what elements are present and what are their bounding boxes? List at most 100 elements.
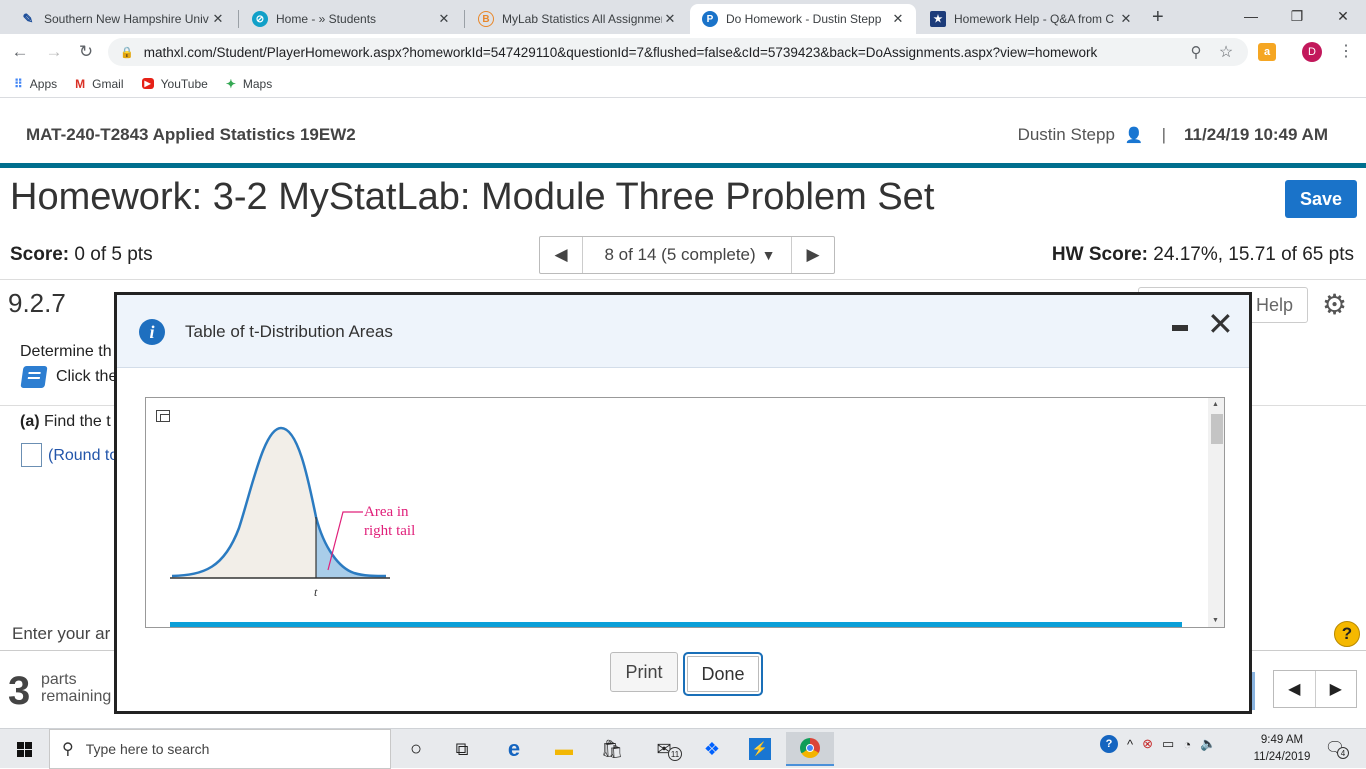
scrollbar-thumb[interactable]	[1211, 414, 1223, 444]
mylab-icon: B	[478, 11, 494, 27]
bookmark-star-icon[interactable]: ☆	[1214, 40, 1238, 64]
tab-do-homework[interactable]: P Do Homework - Dustin Stepp ✕	[690, 4, 916, 34]
bookmark-youtube[interactable]: ▶ YouTube	[141, 77, 208, 91]
cortana-icon[interactable]: ○	[396, 735, 436, 763]
wifi-icon[interactable]: ◔	[1183, 737, 1191, 752]
user-icon[interactable]: 👤	[1125, 126, 1144, 144]
profile-avatar[interactable]: D	[1302, 42, 1322, 62]
tab-mylab[interactable]: B MyLab Statistics All Assignmen ✕	[466, 4, 688, 34]
annotation-label-line2: right tail	[364, 523, 415, 539]
axis-t-label: t	[314, 585, 318, 599]
back-arrow-icon[interactable]: ←	[8, 40, 32, 64]
chevron-up-icon[interactable]: ^	[1127, 737, 1133, 752]
close-dialog-button[interactable]: ✕	[1207, 305, 1234, 343]
answer-instruction: Enter your ar	[12, 624, 111, 643]
minimize-window-button[interactable]: —	[1228, 0, 1274, 32]
tab-chegg[interactable]: ★ Homework Help - Q&A from C ✕	[918, 4, 1144, 34]
dropbox-icon[interactable]: ❖	[692, 735, 732, 763]
file-explorer-icon[interactable]: ▬	[544, 735, 584, 763]
bookmark-maps[interactable]: ✦ Maps	[226, 77, 272, 91]
address-bar[interactable]: 🔒 mathxl.com/Student/PlayerHomework.aspx…	[108, 38, 1248, 66]
minimize-dialog-button[interactable]	[1172, 325, 1188, 331]
next-part-button[interactable]: ▶	[1314, 671, 1357, 707]
app-shortcut-icon[interactable]: ⚡	[740, 735, 780, 763]
print-button[interactable]: Print	[610, 652, 678, 692]
close-tab-icon[interactable]: ✕	[436, 11, 452, 27]
help-tray-icon[interactable]: ?	[1100, 735, 1118, 753]
windows-taskbar: ⚲ Type here to search ○ ⧉ e ▬ 🛍 ✉ 11 ❖ ⚡…	[0, 728, 1366, 769]
restore-window-button[interactable]: ❐	[1274, 0, 1320, 32]
user-area: Dustin Stepp 👤 | 11/24/19 10:49 AM	[1018, 125, 1328, 145]
score-row: Score: 0 of 5 pts ◀ 8 of 14 (5 complete)…	[0, 232, 1366, 280]
next-question-button[interactable]: ▶	[792, 237, 834, 273]
rounding-note: (Round to	[48, 447, 119, 464]
previous-question-button[interactable]: ◀	[540, 237, 582, 273]
edge-icon[interactable]: e	[494, 735, 534, 763]
question-help-icon[interactable]: ?	[1334, 621, 1360, 647]
previous-part-button[interactable]: ◀	[1274, 671, 1315, 707]
dialog-content-frame[interactable]: Area in right tail t ▲ ▼	[145, 397, 1225, 628]
bookmark-apps[interactable]: ⠿ Apps	[14, 77, 57, 91]
tab-title: Southern New Hampshire Univ	[44, 12, 209, 26]
chevron-down-icon: ▼	[761, 247, 776, 263]
question-part-a: (a) Find the t	[20, 413, 111, 431]
network-error-icon[interactable]: ⊗	[1142, 736, 1153, 752]
tab-students[interactable]: ⊘ Home - » Students ✕	[240, 4, 462, 34]
close-tab-icon[interactable]: ✕	[662, 11, 678, 27]
question-navigator: ◀ 8 of 14 (5 complete) ▼ ▶	[539, 236, 835, 274]
reload-icon[interactable]: ↻	[74, 40, 98, 64]
close-tab-icon[interactable]: ✕	[210, 11, 226, 27]
close-window-button[interactable]: ✕	[1320, 0, 1366, 32]
apps-icon: ⠿	[14, 76, 23, 91]
question-resource-link[interactable]: Click the	[20, 366, 118, 388]
forward-arrow-icon[interactable]: →	[42, 40, 66, 64]
mail-icon[interactable]: ✉ 11	[644, 735, 684, 763]
answer-input[interactable]	[21, 443, 42, 467]
annotation-label-line1: Area in	[364, 504, 409, 520]
score-label: Score:	[10, 244, 70, 265]
hw-score-value: 24.17%, 15.71 of 65 pts	[1153, 244, 1354, 265]
bookmark-gmail[interactable]: M Gmail	[75, 77, 123, 91]
zoom-icon[interactable]: ⚲	[1184, 40, 1208, 64]
course-title: MAT-240-T2843 Applied Statistics 19EW2	[26, 125, 356, 144]
task-view-icon[interactable]: ⧉	[442, 735, 482, 763]
tab-snhu[interactable]: ✎ Southern New Hampshire Univ ✕	[8, 4, 236, 34]
clock-time: 9:49 AM	[1260, 734, 1304, 746]
extension-icon[interactable]: a	[1258, 43, 1276, 61]
store-icon[interactable]: 🛍	[592, 735, 632, 763]
scrollbar[interactable]: ▲ ▼	[1208, 398, 1224, 627]
volume-icon[interactable]: 🔈	[1200, 736, 1216, 752]
homework-score: HW Score: 24.17%, 15.71 of 65 pts	[1052, 244, 1354, 266]
new-tab-button[interactable]: +	[1152, 6, 1164, 29]
battery-icon[interactable]: ▭	[1162, 736, 1174, 752]
taskbar-clock[interactable]: 9:49 AM 11/24/2019	[1244, 732, 1320, 766]
bookmark-label: Maps	[242, 76, 273, 91]
user-name[interactable]: Dustin Stepp	[1018, 125, 1115, 145]
close-tab-icon[interactable]: ✕	[1118, 11, 1134, 27]
close-tab-icon[interactable]: ✕	[890, 11, 906, 27]
t-distribution-figure: Area in right tail t	[170, 426, 415, 599]
pearson-icon: P	[702, 11, 718, 27]
notification-count: 4	[1337, 747, 1349, 759]
action-center-icon[interactable]: 🗨 4	[1322, 737, 1349, 759]
question-selector[interactable]: 8 of 14 (5 complete) ▼	[582, 237, 792, 273]
menu-dots-icon[interactable]: ⋮	[1338, 41, 1354, 61]
windows-logo-icon	[16, 741, 32, 757]
help-label: Help	[1255, 294, 1293, 315]
resource-link-text: Click the	[56, 368, 118, 385]
gear-icon[interactable]: ⚙	[1322, 288, 1347, 321]
chrome-icon[interactable]	[786, 732, 834, 766]
maps-icon: ✦	[225, 76, 236, 91]
bookmark-label: Apps	[29, 76, 58, 91]
windows-start-button[interactable]	[0, 729, 48, 769]
save-button[interactable]: Save	[1285, 180, 1357, 218]
scroll-up-icon[interactable]: ▲	[1212, 401, 1219, 408]
done-button[interactable]: Done	[683, 652, 763, 696]
dialog-header: i Table of t-Distribution Areas ✕	[117, 295, 1249, 368]
score-value: 0 of 5 pts	[74, 244, 153, 265]
scroll-down-icon[interactable]: ▼	[1212, 617, 1219, 624]
curve-body-fill	[172, 428, 316, 578]
taskbar-search-box[interactable]: ⚲ Type here to search	[49, 729, 391, 769]
students-icon: ⊘	[252, 11, 268, 27]
clock-date: 11/24/2019	[1253, 751, 1311, 763]
